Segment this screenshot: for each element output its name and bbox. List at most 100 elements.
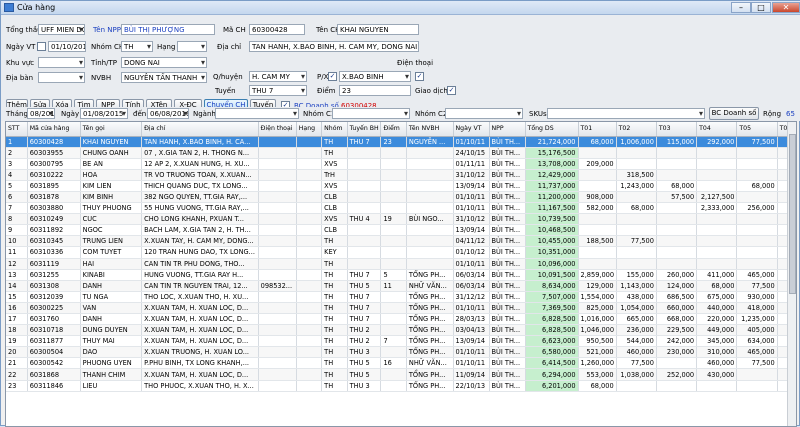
table-row[interactable]: 20 60300504 DAO X.XUAN TRUONG, H. XUAN LO..…: [6, 346, 796, 359]
table-row[interactable]: 22 6031868 THANH CHIM X.XUAN TAM, H. XUAN L…: [6, 368, 796, 381]
table-cell: 20: [6, 346, 28, 359]
column-header[interactable]: T05: [736, 122, 778, 137]
nhom-c1-select[interactable]: [332, 108, 410, 119]
table-cell: [296, 324, 323, 337]
ngay-vt-field[interactable]: 01/10/2011: [48, 41, 86, 52]
table-row[interactable]: 7 60303880 THUY PHUONG 55 HUNG VUONG, TT.GI…: [6, 202, 796, 215]
vertical-scrollbar[interactable]: [787, 122, 796, 426]
column-header[interactable]: Điểm: [380, 122, 407, 137]
table-cell: HOA: [80, 169, 143, 181]
ten-npp-field[interactable]: BÙI THỊ PHƯỢNG: [121, 24, 215, 35]
table-row[interactable]: 19 60311877 THUY MAI X.XUAN TAM, H. XUAN LO…: [6, 335, 796, 348]
column-header[interactable]: Tổng DS: [525, 122, 579, 137]
table-row[interactable]: 18 60310718 DUNG DUYEN X.XUAN TAM, H. XUAN …: [6, 324, 796, 337]
table-row[interactable]: 8 60310249 CUC CHO LONG KHANH, PXUAN T... XV…: [6, 213, 796, 226]
bc-doanh-so-button[interactable]: BC Doanh số: [709, 107, 759, 120]
column-header[interactable]: Tên NVBH: [406, 122, 454, 137]
ngay-to-select[interactable]: 06/08/2016: [147, 108, 189, 119]
diem-field[interactable]: 23: [339, 85, 411, 96]
table-cell: THICH QUANG DUC, TX LONG...: [141, 180, 259, 192]
table-row[interactable]: 3 60300795 BE AN 12 AP 2, X.XUAN HUNG, H. X…: [6, 158, 796, 170]
ma-ch-field[interactable]: 60300428: [249, 24, 305, 35]
tuyen-select[interactable]: THU 7: [249, 85, 307, 96]
close-icon[interactable]: ✕: [772, 2, 800, 13]
table-row[interactable]: 15 60312039 TU NGA THO LOC, X.XUAN THO, H. …: [6, 291, 796, 303]
ngay-from-select[interactable]: 01/08/2015: [80, 108, 128, 119]
column-header[interactable]: Hạng: [296, 122, 323, 137]
table-cell: DUNG DUYEN: [80, 324, 143, 337]
thang-select[interactable]: 08/2016: [27, 108, 55, 119]
khu-vuc-select[interactable]: [38, 57, 85, 68]
tinh-tp-select[interactable]: DONG NAI: [121, 57, 207, 68]
px-confirm-checkbox[interactable]: ✓: [415, 72, 424, 81]
column-header[interactable]: T04: [696, 122, 738, 137]
table-cell: CLB: [321, 202, 348, 215]
skus-select[interactable]: [547, 108, 705, 119]
ngay-vt-checkbox[interactable]: [37, 42, 46, 51]
table-row[interactable]: 11 60310336 COM TUYET 120 TRAN HUNG DAO, TX…: [6, 246, 796, 259]
dia-chi-field[interactable]: TAN HANH, X.BAO BINH, H. CAM MY, DONG NA…: [249, 41, 419, 52]
table-header-row: STT Mã cửa hàng Tên gọi Địa chỉ Điện thoại Hạ…: [6, 122, 796, 137]
table-cell: P.PHU BINH, TX LONG KHANH,...: [141, 357, 259, 370]
table-row[interactable]: 16 60300225 VAN X.XUAN TAM, H. XUAN LOC, D.…: [6, 302, 796, 315]
ten-npp-label: Tên NPP: [93, 26, 121, 34]
table-row[interactable]: 5 6031895 KIM LIEN THICH QUANG DUC, TX LONG…: [6, 180, 796, 192]
nganh-select[interactable]: [215, 108, 299, 119]
column-header[interactable]: Mã cửa hàng: [27, 122, 81, 137]
hang-select[interactable]: [177, 41, 207, 52]
nhom-ch-select[interactable]: TH: [121, 41, 153, 52]
column-header[interactable]: Điện thoại: [258, 122, 297, 137]
column-header[interactable]: T03: [656, 122, 698, 137]
px-checkbox[interactable]: ✓: [328, 72, 337, 81]
table-row[interactable]: 14 6031308 DANH CAN TIN TR NGUYEN TRAI, 12.…: [6, 280, 796, 292]
table-row[interactable]: 2 60303955 CHUNG OANH 07 , X.GIA TAN 2, H. …: [6, 147, 796, 159]
maximize-icon[interactable]: □: [751, 2, 771, 13]
column-header[interactable]: Tên gọi: [80, 122, 143, 137]
table-cell: [296, 269, 323, 281]
scrollbar-thumb[interactable]: [789, 134, 796, 294]
table-cell: 5: [380, 269, 407, 281]
nhom-c2-select[interactable]: [445, 108, 523, 119]
table-row[interactable]: 21 60300542 PHUONG UYEN P.PHU BINH, TX LONG…: [6, 357, 796, 370]
minimize-icon[interactable]: –: [731, 2, 751, 13]
column-header[interactable]: T01: [578, 122, 617, 137]
table-cell: 7: [380, 335, 407, 348]
table-row[interactable]: 4 60310222 HOA TR VO TRUONG TOAN, X.XUAN...…: [6, 169, 796, 181]
table-cell: [296, 213, 323, 226]
tong-thau-select[interactable]: UFF MIEN DC: [38, 24, 85, 35]
table-row[interactable]: 9 60311892 NGOC BACH LAM, X.GIA TAN 2, H. T…: [6, 224, 796, 237]
column-header[interactable]: T02: [616, 122, 657, 137]
dia-ban-select[interactable]: [38, 72, 85, 83]
app-icon: [4, 3, 14, 12]
q-huyen-select[interactable]: H. CAM MY: [249, 71, 307, 82]
table-row[interactable]: 6 6031878 KIM BINH 382 NGO QUYEN, TT.GIA RA…: [6, 191, 796, 204]
table-cell: [578, 258, 617, 270]
table-cell: BÙI TH...: [489, 147, 526, 159]
table-cell: 7,507,000: [525, 291, 579, 303]
table-row[interactable]: 10 60310345 TRUNG LIEN X.XUAN TAY, H. CAM M…: [6, 235, 796, 248]
table-row[interactable]: 23 60311846 LIEU THO PHUOC, X.XUAN THO, H. …: [6, 380, 796, 392]
table-cell: [380, 368, 407, 381]
table-row[interactable]: 17 6031760 DANH X.XUAN TAM, H. XUAN LOC, D.…: [6, 313, 796, 326]
column-header[interactable]: Nhóm: [321, 122, 348, 137]
table-row[interactable]: 1 60300428 KHAI NGUYEN TAN HANH, X.BAO BINH…: [6, 136, 796, 148]
table-cell: [578, 147, 617, 159]
giao-dich-checkbox[interactable]: ✓: [447, 86, 456, 95]
column-header[interactable]: NPP: [489, 122, 526, 137]
table-cell: [380, 180, 407, 192]
table-row[interactable]: 12 6031119 HAI CAN TIN TR PHU DONG, THO... T…: [6, 258, 796, 270]
column-header[interactable]: Địa chỉ: [141, 122, 259, 137]
nvbh-select[interactable]: NGUYỄN TẤN THANH: [121, 72, 207, 83]
ten-ch-field[interactable]: KHAI NGUYEN: [337, 24, 419, 35]
table-cell: [656, 258, 698, 270]
px-select[interactable]: X.BAO BINH: [339, 71, 411, 82]
table-cell: THU 5: [347, 280, 382, 292]
column-header[interactable]: Ngày VT: [453, 122, 490, 137]
column-header[interactable]: STT: [6, 122, 28, 137]
table-cell: TH: [321, 313, 348, 326]
table-cell: NHỮ VĂN...: [406, 357, 454, 370]
table-cell: [296, 313, 323, 326]
table-cell: 6031895: [27, 180, 81, 192]
column-header[interactable]: Tuyến BH: [347, 122, 382, 137]
table-row[interactable]: 13 6031255 KINABI HUNG VUONG, TT.GIA RAY H.…: [6, 269, 796, 281]
